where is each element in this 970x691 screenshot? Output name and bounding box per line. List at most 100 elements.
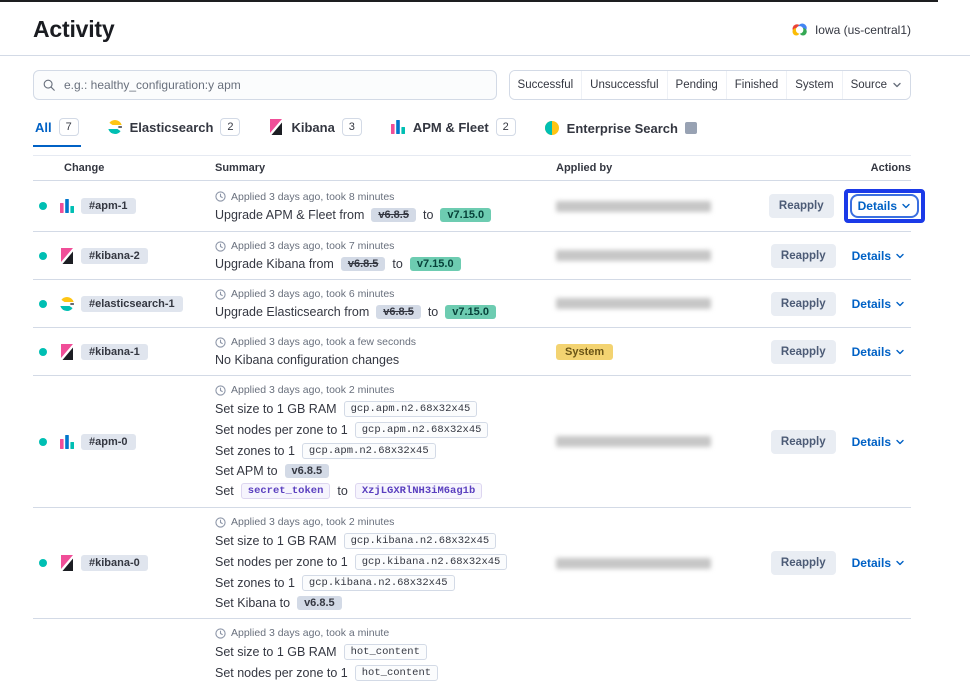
version-badge-old: v6.8.5 (341, 257, 386, 271)
summary-text: Set nodes per zone to 1 (215, 666, 348, 680)
clock-icon (215, 337, 226, 348)
summary-text: Set nodes per zone to 1 (215, 423, 348, 437)
page-title: Activity (33, 16, 114, 43)
table-row: #kibana-1 Applied 3 days ago, took a few… (33, 328, 911, 376)
filter-finished[interactable]: Finished (726, 71, 786, 99)
summary-line: Set APM tov6.8.5 (215, 464, 556, 478)
details-button[interactable]: Details (846, 342, 911, 362)
summary-line: No Kibana configuration changes (215, 353, 556, 367)
reapply-button[interactable]: Reapply (771, 244, 836, 268)
chevron-down-icon (895, 347, 905, 357)
filter-pending[interactable]: Pending (667, 71, 726, 99)
summary-meta-text: Applied 3 days ago, took 2 minutes (231, 384, 394, 396)
reapply-button[interactable]: Reapply (771, 292, 836, 316)
version-badge-old: v6.8.5 (376, 305, 421, 319)
details-label: Details (852, 297, 891, 311)
status-dot (39, 438, 47, 446)
summary-line: Set Kibana tov6.8.5 (215, 596, 556, 610)
summary-text: Set size to 1 GB RAM (215, 534, 337, 548)
chevron-down-icon (892, 80, 902, 90)
summary-meta: Applied 3 days ago, took 7 minutes (215, 240, 556, 252)
summary-lines: Upgrade Kibana fromv6.8.5tov7.15.0 (215, 257, 556, 271)
summary-text: Set zones to 1 (215, 576, 295, 590)
column-header-summary: Summary (215, 162, 556, 174)
tab-apm-fleet[interactable]: APM & Fleet2 (388, 112, 518, 147)
actions-cell: Reapply Details (761, 244, 911, 268)
summary-cell: Applied 3 days ago, took 8 minutes Upgra… (215, 191, 556, 222)
tab-count-badge: 7 (59, 118, 79, 136)
filter-system[interactable]: System (786, 71, 841, 99)
filter-unsuccessful[interactable]: Unsuccessful (581, 71, 666, 99)
filter-label: System (795, 79, 833, 91)
tabs: All7 Elasticsearch2 Kibana3 APM & Fleet2 Ent… (33, 112, 911, 147)
page-header: Activity Iowa (us-central1) (0, 0, 970, 56)
reapply-button[interactable]: Reapply (771, 551, 836, 575)
actions-cell: Reapply Details (761, 430, 911, 454)
details-button[interactable]: Details (852, 196, 917, 216)
table-row: Applied 3 days ago, took a minute Set si… (33, 619, 911, 689)
actions-cell: Reapply Details (761, 551, 911, 575)
kibana-icon (268, 119, 284, 135)
reapply-button[interactable]: Reapply (771, 340, 836, 364)
summary-meta-text: Applied 3 days ago, took 2 minutes (231, 516, 394, 528)
clock-icon (215, 289, 226, 300)
details-button[interactable]: Details (846, 553, 911, 573)
details-button[interactable]: Details (846, 294, 911, 314)
summary-cell: Applied 3 days ago, took a minute Set si… (215, 627, 556, 681)
change-cell: #kibana-0 (33, 555, 215, 571)
details-button[interactable]: Details (846, 432, 911, 452)
summary-line: Set nodes per zone to 1hot_content (215, 665, 556, 681)
summary-line: Upgrade Elasticsearch fromv6.8.5tov7.15.… (215, 305, 556, 319)
details-label: Details (858, 199, 897, 213)
filter-successful[interactable]: Successful (510, 71, 582, 99)
column-header-change: Change (33, 162, 215, 174)
summary-text: Set nodes per zone to 1 (215, 555, 348, 569)
tab-kibana[interactable]: Kibana3 (266, 112, 363, 147)
chevron-down-icon (901, 201, 911, 211)
redacted-user-email (556, 201, 711, 212)
summary-line: Set zones to 1gcp.apm.n2.68x32x45 (215, 443, 556, 459)
summary-text: No Kibana configuration changes (215, 353, 399, 367)
tab-elasticsearch[interactable]: Elasticsearch2 (105, 112, 243, 147)
details-button[interactable]: Details (846, 246, 911, 266)
reapply-button[interactable]: Reapply (771, 430, 836, 454)
search-input[interactable] (33, 70, 497, 100)
summary-text: Upgrade APM & Fleet from (215, 208, 364, 222)
change-id-badge: #apm-1 (81, 198, 136, 214)
filter-label: Finished (735, 79, 778, 91)
change-id-badge: #apm-0 (81, 434, 136, 450)
tab-enterprise-search[interactable]: Enterprise Search (542, 114, 699, 147)
version-badge: v6.8.5 (285, 464, 330, 478)
summary-meta: Applied 3 days ago, took 2 minutes (215, 516, 556, 528)
summary-lines: Upgrade APM & Fleet fromv6.8.5tov7.15.0 (215, 208, 556, 222)
kibana-icon (59, 248, 75, 264)
tab-count-badge: 2 (220, 118, 240, 136)
details-label: Details (852, 249, 891, 263)
activity-table: Change Summary Applied by Actions #apm-1… (33, 155, 911, 689)
change-id-badge: #kibana-1 (81, 344, 148, 360)
reapply-button[interactable]: Reapply (769, 194, 834, 218)
kibana-icon (59, 344, 75, 360)
details-label: Details (852, 556, 891, 570)
status-dot (39, 300, 47, 308)
tab-count-badge: 3 (342, 118, 362, 136)
filter-source[interactable]: Source (842, 71, 910, 99)
table-header: Change Summary Applied by Actions (33, 155, 911, 181)
clock-icon (215, 517, 226, 528)
redacted-user-email (556, 558, 711, 569)
tab-all[interactable]: All7 (33, 112, 81, 147)
summary-meta: Applied 3 days ago, took 6 minutes (215, 288, 556, 300)
summary-lines: Set size to 1 GB RAMhot_contentSet nodes… (215, 644, 556, 681)
summary-cell: Applied 3 days ago, took 2 minutes Set s… (215, 384, 556, 499)
applied-by-cell (556, 201, 761, 212)
summary-text: to (392, 257, 402, 271)
summary-text: to (428, 305, 438, 319)
tab-label: Enterprise Search (567, 121, 678, 136)
system-badge: System (556, 344, 613, 360)
summary-meta-text: Applied 3 days ago, took a few seconds (231, 336, 416, 348)
tab-count-badge: 2 (496, 118, 516, 136)
summary-cell: Applied 3 days ago, took 6 minutes Upgra… (215, 288, 556, 319)
change-cell: #apm-1 (33, 198, 215, 214)
code-chip: hot_content (344, 644, 427, 660)
summary-line: Setsecret_tokentoXzjLGXRlNH3iM6ag1b (215, 483, 556, 499)
